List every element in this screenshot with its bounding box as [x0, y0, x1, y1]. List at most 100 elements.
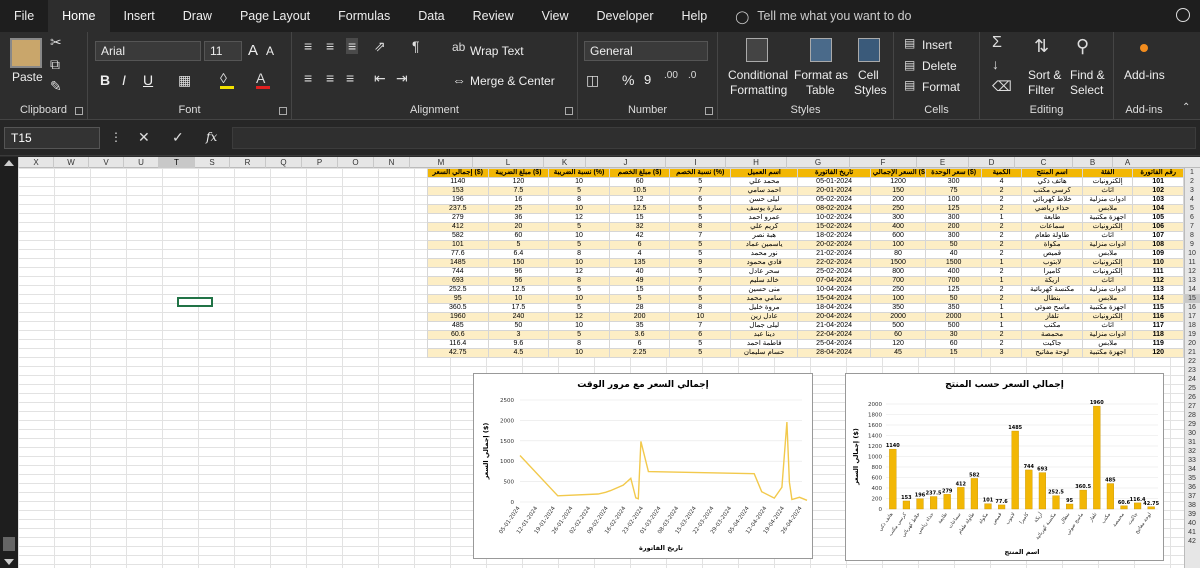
table-cell[interactable]: 20-01-2024 [797, 186, 871, 196]
fill-icon[interactable]: ↓ [992, 56, 999, 72]
row-header-21[interactable]: 21 [1184, 348, 1200, 357]
table-cell[interactable]: إلكترونيات [1081, 267, 1134, 277]
table-cell[interactable]: ملابس [1081, 339, 1134, 349]
table-cell[interactable]: 200 [608, 312, 671, 322]
table-cell[interactable]: 279 [427, 213, 489, 223]
table-cell[interactable]: 07-04-2024 [797, 276, 871, 286]
bar-chart[interactable]: إجمالي السعر حسب المنتج 0 200 400 600 800 100… [845, 373, 1164, 561]
table-cell[interactable]: 80 [869, 249, 927, 259]
table-cell[interactable]: 700 [869, 276, 927, 286]
table-cell[interactable]: 5 [669, 348, 732, 358]
table-cell[interactable]: 101 [1132, 177, 1184, 187]
active-cell[interactable] [177, 297, 213, 307]
clipboard-launcher-icon[interactable] [75, 107, 83, 115]
table-cell[interactable]: سامي محمد [730, 294, 799, 304]
column-header-g[interactable]: G [786, 157, 849, 168]
enter-icon[interactable]: ✓ [172, 129, 184, 146]
table-cell[interactable]: مكتب [1021, 321, 1083, 331]
table-cell[interactable]: ملابس [1081, 294, 1134, 304]
table-cell[interactable]: 2 [980, 285, 1023, 295]
column-header-u[interactable]: U [123, 157, 158, 168]
table-cell[interactable]: 7 [669, 321, 732, 331]
menu-view[interactable]: View [528, 0, 583, 32]
table-cell[interactable]: 8 [548, 276, 610, 286]
table-cell[interactable]: 1 [980, 312, 1023, 322]
table-header-cell[interactable]: الكمية [980, 168, 1023, 178]
format-painter-icon[interactable]: ✎ [50, 78, 62, 95]
row-header-19[interactable]: 19 [1184, 330, 1200, 339]
column-header-e[interactable]: E [916, 157, 968, 168]
table-header-cell[interactable]: السعر الإجمالي ($) [869, 168, 927, 178]
table-cell[interactable]: 25 [487, 204, 550, 214]
column-header-s[interactable]: S [194, 157, 229, 168]
table-cell[interactable]: 1 [980, 213, 1023, 223]
table-cell[interactable]: 1140 [427, 177, 489, 187]
table-cell[interactable]: 2 [980, 249, 1023, 259]
table-cell[interactable]: 12.5 [608, 204, 671, 214]
row-header-9[interactable]: 9 [1184, 240, 1200, 249]
table-cell[interactable]: 20 [487, 222, 550, 232]
column-header-v[interactable]: V [88, 157, 123, 168]
wrap-text-button[interactable]: Wrap Text [470, 44, 524, 58]
row-header-23[interactable]: 23 [1184, 366, 1200, 375]
table-cell[interactable]: قميص [1021, 249, 1083, 259]
table-cell[interactable]: 240 [487, 312, 550, 322]
format-as-table-button-2[interactable]: Table [806, 83, 835, 97]
sort-filter-button[interactable]: Sort & [1028, 68, 1061, 82]
table-cell[interactable]: 10-02-2024 [797, 213, 871, 223]
column-header-m[interactable]: M [409, 157, 472, 168]
row-header-14[interactable]: 14 [1184, 285, 1200, 294]
table-cell[interactable]: 300 [925, 231, 982, 241]
table-cell[interactable]: 12 [548, 267, 610, 277]
table-cell[interactable]: أدوات منزلية [1081, 330, 1134, 340]
table-cell[interactable]: 252.5 [427, 285, 489, 295]
table-cell[interactable]: 100 [925, 195, 982, 205]
row-header-13[interactable]: 13 [1184, 276, 1200, 285]
table-cell[interactable]: 35 [608, 321, 671, 331]
column-header-a[interactable]: A [1112, 157, 1142, 168]
table-cell[interactable]: 5 [487, 240, 550, 250]
table-cell[interactable]: 2 [980, 204, 1023, 214]
table-cell[interactable]: ليلى حسن [730, 195, 799, 205]
table-cell[interactable]: إلكترونيات [1081, 258, 1134, 268]
row-header-34[interactable]: 34 [1184, 465, 1200, 474]
table-cell[interactable]: 125 [925, 285, 982, 295]
table-cell[interactable]: أريكة [1021, 276, 1083, 286]
table-cell[interactable]: أثاث [1081, 276, 1134, 286]
column-header-h[interactable]: H [725, 157, 786, 168]
table-cell[interactable]: 22-02-2024 [797, 258, 871, 268]
row-header-16[interactable]: 16 [1184, 303, 1200, 312]
row-header-4[interactable]: 4 [1184, 195, 1200, 204]
row-header-2[interactable]: 2 [1184, 177, 1200, 186]
table-cell[interactable]: جاكيت [1021, 339, 1083, 349]
table-cell[interactable]: 115 [1132, 303, 1184, 313]
table-cell[interactable]: 116 [1132, 312, 1184, 322]
tell-me-box[interactable]: ◯ Tell me what you want to do [735, 9, 911, 24]
table-cell[interactable]: 30 [925, 330, 982, 340]
table-cell[interactable]: 5 [669, 339, 732, 349]
row-header-27[interactable]: 27 [1184, 402, 1200, 411]
align-right-icon[interactable]: ≡ [346, 70, 354, 86]
table-cell[interactable]: 101 [427, 240, 489, 250]
table-cell[interactable]: 108 [1132, 240, 1184, 250]
table-cell[interactable]: 8 [548, 339, 610, 349]
table-cell[interactable]: 350 [869, 303, 927, 313]
table-cell[interactable]: 18-04-2024 [797, 303, 871, 313]
table-cell[interactable]: 50 [925, 240, 982, 250]
table-cell[interactable]: 2 [980, 330, 1023, 340]
table-cell[interactable]: 120 [1132, 348, 1184, 358]
column-header-c[interactable]: C [1014, 157, 1072, 168]
column-header-p[interactable]: P [301, 157, 337, 168]
table-cell[interactable]: 120 [869, 339, 927, 349]
table-cell[interactable]: إلكترونيات [1081, 312, 1134, 322]
table-cell[interactable]: 08-02-2024 [797, 204, 871, 214]
table-cell[interactable]: 120 [487, 177, 550, 187]
table-cell[interactable]: 116.4 [427, 339, 489, 349]
table-cell[interactable]: 6 [669, 285, 732, 295]
row-header-30[interactable]: 30 [1184, 429, 1200, 438]
table-cell[interactable]: 5 [669, 240, 732, 250]
table-cell[interactable]: 20-04-2024 [797, 312, 871, 322]
table-cell[interactable]: أثاث [1081, 321, 1134, 331]
table-cell[interactable]: 2000 [869, 312, 927, 322]
table-cell[interactable]: 75 [925, 186, 982, 196]
